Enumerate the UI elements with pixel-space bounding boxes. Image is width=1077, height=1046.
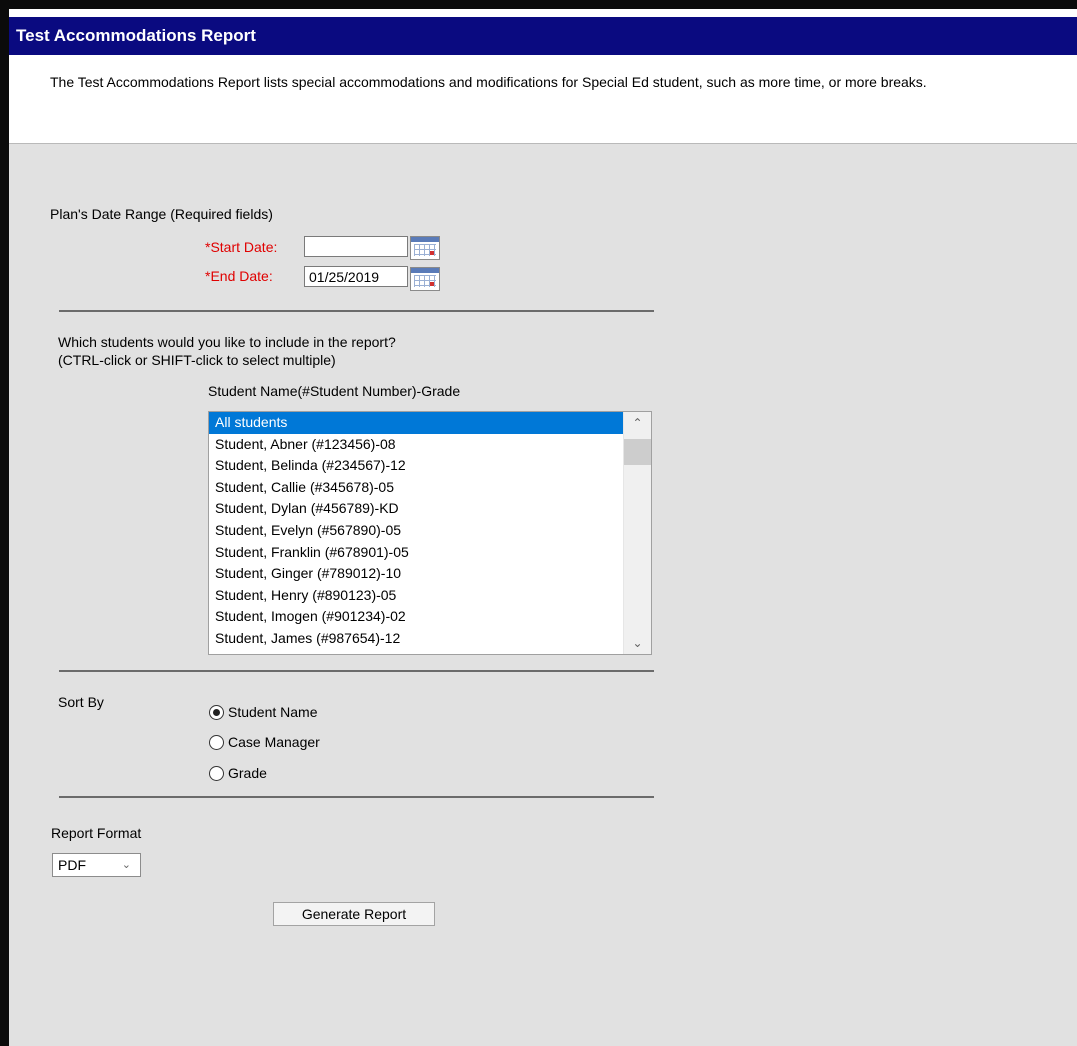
chevron-up-icon[interactable]: ⌃ bbox=[624, 412, 651, 434]
list-item[interactable]: Student, Belinda (#234567)-12 bbox=[209, 455, 651, 477]
start-date-label: *Start Date: bbox=[205, 239, 278, 255]
list-item[interactable]: Student, Evelyn (#567890)-05 bbox=[209, 520, 651, 542]
list-item[interactable]: Student, Abner (#123456)-08 bbox=[209, 434, 651, 456]
list-item[interactable]: Student, Henry (#890123)-05 bbox=[209, 585, 651, 607]
page-title: Test Accommodations Report bbox=[9, 17, 1077, 55]
list-item[interactable]: All students bbox=[209, 412, 651, 434]
section-divider bbox=[59, 796, 654, 798]
calendar-icon[interactable] bbox=[410, 267, 440, 291]
date-range-heading: Plan's Date Range (Required fields) bbox=[50, 206, 273, 222]
report-description: The Test Accommodations Report lists spe… bbox=[9, 55, 1077, 143]
top-spacer bbox=[9, 9, 1077, 17]
report-format-select[interactable]: PDF ⌄ bbox=[52, 853, 141, 877]
chevron-down-icon[interactable]: ⌄ bbox=[624, 632, 651, 654]
section-divider bbox=[59, 670, 654, 672]
sort-option-grade[interactable]: Grade bbox=[209, 761, 267, 785]
sort-option-case-manager[interactable]: Case Manager bbox=[209, 730, 320, 754]
list-item[interactable]: Student, Ginger (#789012)-10 bbox=[209, 563, 651, 585]
calendar-icon[interactable] bbox=[410, 236, 440, 260]
sort-option-student-name[interactable]: Student Name bbox=[209, 700, 318, 724]
report-format-value: PDF bbox=[58, 857, 86, 873]
sort-option-label: Grade bbox=[228, 765, 267, 781]
report-format-label: Report Format bbox=[51, 825, 142, 841]
list-item[interactable]: Student, Imogen (#901234)-02 bbox=[209, 606, 651, 628]
list-item[interactable]: Student, Dylan (#456789)-KD bbox=[209, 498, 651, 520]
sort-by-label: Sort By bbox=[58, 694, 104, 710]
students-hint: (CTRL-click or SHIFT-click to select mul… bbox=[58, 352, 336, 368]
scrollbar-thumb[interactable] bbox=[624, 439, 651, 465]
student-list-header: Student Name(#Student Number)-Grade bbox=[208, 383, 461, 399]
radio-icon[interactable] bbox=[209, 735, 224, 750]
radio-icon[interactable] bbox=[209, 766, 224, 781]
end-date-input[interactable] bbox=[304, 266, 408, 287]
sort-option-label: Case Manager bbox=[228, 734, 320, 750]
start-date-input[interactable] bbox=[304, 236, 408, 257]
section-divider bbox=[59, 310, 654, 312]
list-item[interactable]: Student, James (#987654)-12 bbox=[209, 628, 651, 650]
end-date-label: *End Date: bbox=[205, 268, 273, 284]
chevron-down-icon: ⌄ bbox=[121, 859, 131, 871]
student-listbox[interactable]: All students Student, Abner (#123456)-08… bbox=[208, 411, 652, 655]
list-item[interactable]: Student, Franklin (#678901)-05 bbox=[209, 542, 651, 564]
generate-report-button[interactable]: Generate Report bbox=[273, 902, 435, 926]
radio-selected-icon[interactable] bbox=[209, 705, 224, 720]
list-item[interactable]: Student, Callie (#345678)-05 bbox=[209, 477, 651, 499]
sort-option-label: Student Name bbox=[228, 704, 318, 720]
student-list-scrollbar[interactable]: ⌃ ⌄ bbox=[623, 412, 651, 654]
report-options-panel: Plan's Date Range (Required fields) *Sta… bbox=[9, 143, 1077, 1046]
students-question: Which students would you like to include… bbox=[58, 334, 396, 350]
